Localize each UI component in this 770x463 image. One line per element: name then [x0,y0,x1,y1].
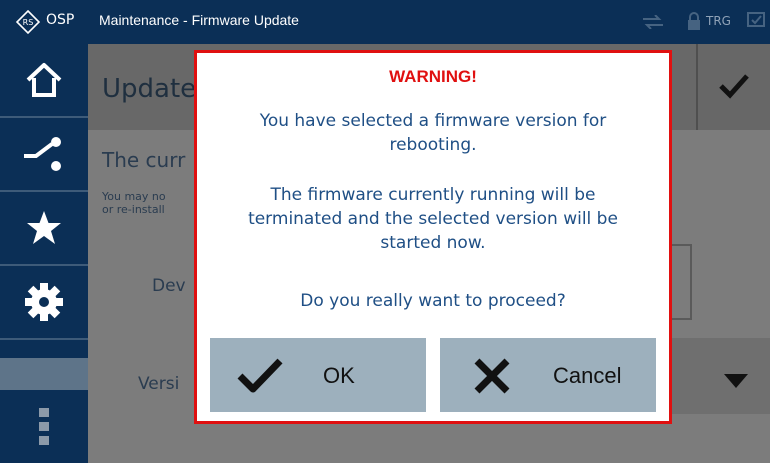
confirm-button[interactable] [696,44,770,130]
info-text-line: You may no [102,190,166,203]
brand-label: OSP [46,12,75,28]
message-line: rebooting. [389,135,477,155]
message-line: started now. [380,233,486,253]
cancel-button-label: Cancel [553,363,622,388]
dialog-message: The firmware currently running will be t… [197,183,669,255]
info-text-line: or re-install [102,203,165,216]
switch-icon [24,137,61,171]
home-icon [26,63,62,97]
sidebar-item-switch[interactable] [0,118,88,190]
sidebar-item-home[interactable] [0,44,88,116]
checkmark-icon [719,74,749,99]
connection-icon [643,15,663,29]
close-icon [474,358,510,394]
lock-icon [688,12,700,30]
ok-button[interactable]: OK [210,338,426,412]
sidebar-item-settings[interactable] [0,266,88,338]
sidebar [0,44,88,463]
cancel-button[interactable]: Cancel [440,338,656,412]
info-text: You may no or re-install [102,190,166,216]
sidebar-divider [0,338,88,340]
device-label: Dev [152,276,186,296]
more-vertical-icon [39,408,49,445]
gear-icon [25,283,63,321]
top-bar: RS OSP Maintenance - Firmware Update TRG [0,0,770,44]
sidebar-item-more[interactable] [0,394,88,458]
monitor-check-icon [747,12,765,27]
rs-logo-icon: RS [16,10,40,34]
message-line: The firmware currently running will be [270,185,596,205]
dialog-heading: WARNING! [389,67,477,86]
message-line: terminated and the selected version will… [248,209,618,229]
page-title: Maintenance - Firmware Update [99,12,299,28]
checkmark-icon [237,358,283,393]
dialog-question: Do you really want to proceed? [300,291,566,311]
sidebar-item-active-placeholder[interactable] [0,358,88,390]
message-line: You have selected a firmware version for [259,111,607,131]
chevron-down-icon [724,374,748,388]
trg-label: TRG [706,14,731,28]
dialog-message: You have selected a firmware version for… [197,109,669,157]
ok-button-label: OK [323,363,355,388]
sidebar-item-favorites[interactable] [0,192,88,264]
star-icon [27,211,61,244]
svg-text:RS: RS [23,18,34,27]
warning-dialog: WARNING! You have selected a firmware ve… [194,50,672,424]
header-title: Update [102,74,197,104]
version-label: Versi [138,374,180,394]
info-heading: The curr [102,148,186,172]
